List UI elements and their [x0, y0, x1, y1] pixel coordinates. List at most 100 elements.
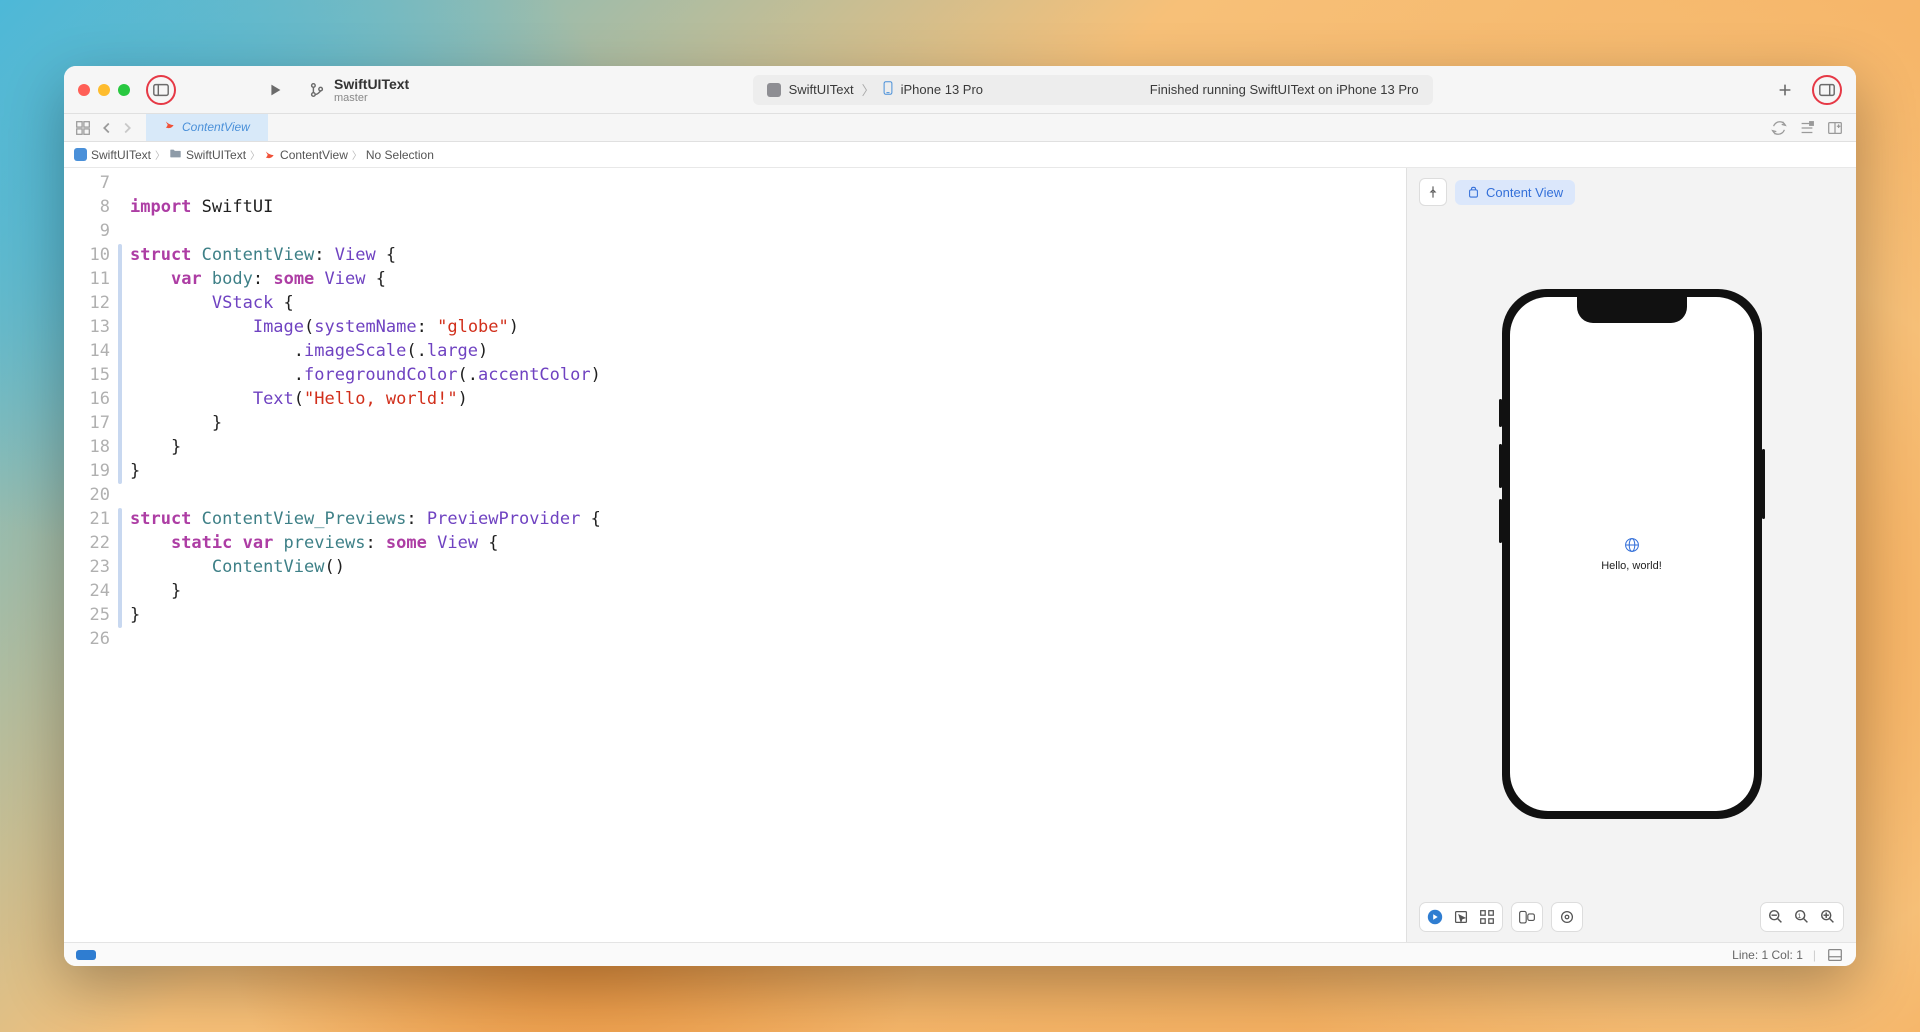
nav-forward-icon[interactable] — [118, 119, 136, 137]
code-editor[interactable]: 7891011121314151617181920212223242526 im… — [64, 168, 1406, 942]
statusbar: Line: 1 Col: 1 | — [64, 942, 1856, 966]
line-number: 11 — [64, 268, 110, 292]
folder-icon — [169, 148, 182, 162]
notch — [1577, 297, 1687, 323]
code-line[interactable] — [130, 628, 1406, 652]
debug-tag[interactable] — [76, 950, 96, 960]
minimize-button[interactable] — [98, 84, 110, 96]
code-line[interactable]: Text("Hello, world!") — [130, 388, 1406, 412]
code-line[interactable]: var body: some View { — [130, 268, 1406, 292]
preview-settings-button[interactable] — [1551, 902, 1583, 932]
line-number: 23 — [64, 556, 110, 580]
code-line[interactable]: import SwiftUI — [130, 196, 1406, 220]
line-number: 21 — [64, 508, 110, 532]
toggle-inspector-highlight — [1812, 75, 1842, 105]
device-screen[interactable]: Hello, world! — [1510, 297, 1754, 811]
line-number: 12 — [64, 292, 110, 316]
code-line[interactable]: } — [130, 580, 1406, 604]
build-status: Finished running SwiftUIText on iPhone 1… — [1150, 82, 1419, 97]
code-line[interactable]: } — [130, 436, 1406, 460]
crumb-folder[interactable]: SwiftUIText — [186, 148, 246, 162]
main-area: 7891011121314151617181920212223242526 im… — [64, 168, 1856, 942]
code-line[interactable] — [130, 220, 1406, 244]
live-preview-button[interactable] — [1426, 908, 1444, 926]
run-button[interactable] — [266, 81, 284, 99]
target-app: SwiftUIText — [789, 82, 854, 97]
preview-canvas: Content View Hello, world! — [1406, 168, 1856, 942]
preview-chip[interactable]: Content View — [1455, 180, 1575, 205]
line-number: 9 — [64, 220, 110, 244]
line-number: 17 — [64, 412, 110, 436]
line-number: 20 — [64, 484, 110, 508]
chevron-icon: 〉 — [250, 147, 260, 162]
scheme-selector[interactable]: SwiftUIText master — [308, 76, 409, 104]
tab-contentview[interactable]: ContentView — [146, 114, 268, 141]
code-content[interactable]: import SwiftUI struct ContentView: View {… — [124, 172, 1406, 942]
maximize-button[interactable] — [118, 84, 130, 96]
swift-file-icon — [264, 149, 276, 161]
crumb-project[interactable]: SwiftUIText — [91, 148, 151, 162]
preview-controls-left — [1419, 902, 1503, 932]
svg-text:1: 1 — [1798, 913, 1802, 920]
adjust-editor-icon[interactable] — [1798, 119, 1816, 137]
related-items-icon[interactable] — [74, 119, 92, 137]
nav-back-icon[interactable] — [98, 119, 116, 137]
chevron-right-icon: 〉 — [862, 80, 875, 99]
code-line[interactable] — [130, 484, 1406, 508]
gutter: 7891011121314151617181920212223242526 — [64, 172, 124, 942]
target-device: iPhone 13 Pro — [901, 82, 983, 97]
xcode-window: SwiftUIText master SwiftUIText 〉 iPhone … — [64, 66, 1856, 966]
hello-world-text: Hello, world! — [1601, 560, 1662, 572]
zoom-out-button[interactable] — [1767, 908, 1785, 926]
breadcrumb: SwiftUIText 〉 SwiftUIText 〉 ContentView … — [64, 142, 1856, 168]
line-number: 26 — [64, 628, 110, 652]
variants-button[interactable] — [1478, 908, 1496, 926]
add-editor-icon[interactable] — [1826, 119, 1844, 137]
pin-preview-button[interactable] — [1419, 178, 1447, 206]
zoom-controls: 1 — [1760, 902, 1844, 932]
code-line[interactable]: .imageScale(.large) — [130, 340, 1406, 364]
line-number: 19 — [64, 460, 110, 484]
cursor-position: Line: 1 Col: 1 — [1732, 948, 1803, 962]
line-number: 13 — [64, 316, 110, 340]
code-line[interactable]: ContentView() — [130, 556, 1406, 580]
zoom-in-button[interactable] — [1819, 908, 1837, 926]
branch-icon — [308, 81, 326, 99]
sidebar-left-icon[interactable] — [152, 81, 170, 99]
code-line[interactable]: struct ContentView_Previews: PreviewProv… — [130, 508, 1406, 532]
code-line[interactable]: } — [130, 412, 1406, 436]
code-line[interactable]: .foregroundColor(.accentColor) — [130, 364, 1406, 388]
code-line[interactable]: Image(systemName: "globe") — [130, 316, 1406, 340]
code-line[interactable]: static var previews: some View { — [130, 532, 1406, 556]
line-number: 7 — [64, 172, 110, 196]
device-frame: Hello, world! — [1502, 289, 1762, 819]
run-destination-bar[interactable]: SwiftUIText 〉 iPhone 13 Pro Finished run… — [753, 75, 1433, 105]
add-button[interactable] — [1776, 81, 1794, 99]
code-line[interactable] — [130, 172, 1406, 196]
tabbar: ContentView — [64, 114, 1856, 142]
project-name: SwiftUIText — [334, 76, 409, 92]
line-number: 25 — [64, 604, 110, 628]
crumb-file[interactable]: ContentView — [280, 148, 348, 162]
minimap-toggle-icon[interactable] — [1826, 946, 1844, 964]
device-settings-button[interactable] — [1511, 902, 1543, 932]
traffic-lights — [78, 84, 130, 96]
line-number: 8 — [64, 196, 110, 220]
sidebar-right-icon[interactable] — [1818, 81, 1836, 99]
chevron-icon: 〉 — [155, 147, 165, 162]
toggle-navigator-highlight — [146, 75, 176, 105]
close-button[interactable] — [78, 84, 90, 96]
crumb-selection[interactable]: No Selection — [366, 148, 434, 162]
branch-name: master — [334, 92, 409, 104]
preview-chip-label: Content View — [1486, 185, 1563, 200]
sync-icon[interactable] — [1770, 119, 1788, 137]
code-line[interactable]: } — [130, 460, 1406, 484]
globe-icon — [1624, 537, 1640, 556]
code-line[interactable]: VStack { — [130, 292, 1406, 316]
code-line[interactable]: struct ContentView: View { — [130, 244, 1406, 268]
selectable-button[interactable] — [1452, 908, 1470, 926]
device-icon — [883, 81, 893, 98]
zoom-fit-button[interactable]: 1 — [1793, 908, 1811, 926]
code-line[interactable]: } — [130, 604, 1406, 628]
line-number: 10 — [64, 244, 110, 268]
